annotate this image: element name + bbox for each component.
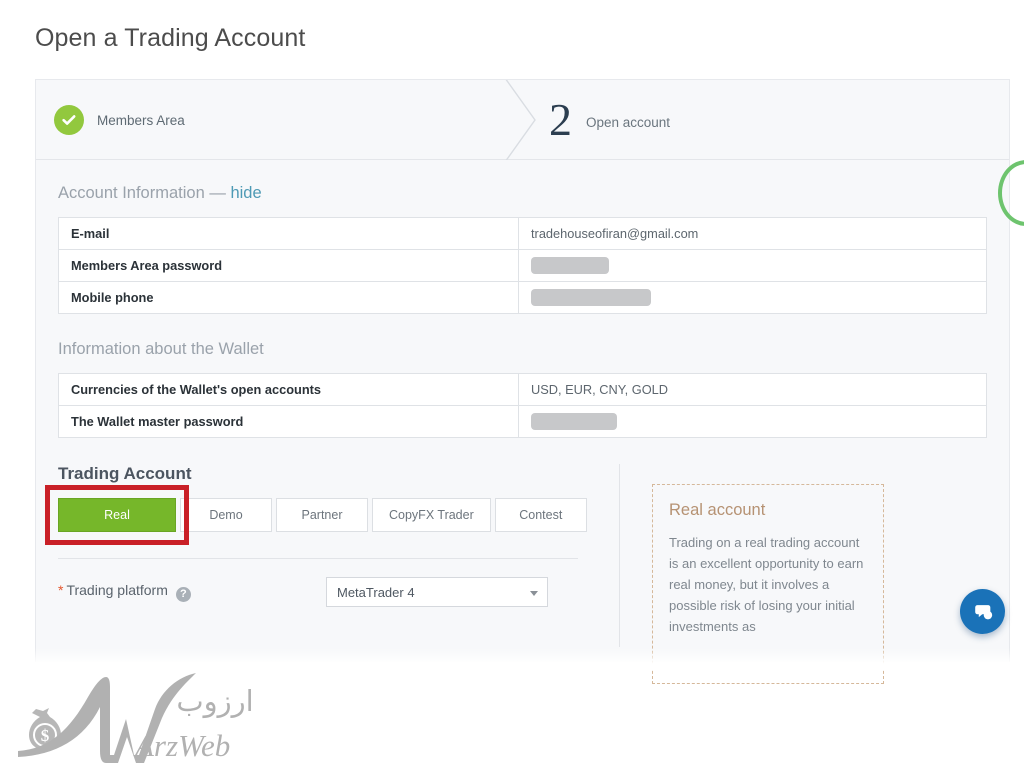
step-open-account: 2 Open account (549, 80, 670, 160)
chat-widget-button[interactable] (960, 589, 1005, 634)
trading-account-section: Trading Account Real Demo Partner CopyFX… (45, 464, 987, 684)
screenshot-root: Open a Trading Account Members Area 2 Op… (0, 0, 1024, 772)
row-value-redacted (518, 249, 987, 282)
required-marker: * (58, 582, 64, 598)
real-account-info-panel: Real account Trading on a real trading a… (652, 484, 884, 684)
wallet-information-table: Currencies of the Wallet's open accounts… (58, 373, 987, 438)
trading-platform-selected-value: MetaTrader 4 (337, 584, 415, 600)
account-information-hide-link[interactable]: hide (230, 184, 261, 202)
wallet-information-heading: Information about the Wallet (58, 340, 264, 358)
chevron-down-icon (530, 591, 538, 596)
row-label: The Wallet master password (58, 405, 519, 438)
redaction-block (531, 413, 617, 431)
page-title: Open a Trading Account (35, 24, 306, 52)
steps-bar: Members Area 2 Open account (36, 77, 1009, 163)
chart-swoosh-icon (18, 673, 196, 763)
watermark-logo: $ ارزوب ArzWeb (18, 673, 254, 763)
heading-dash: — (209, 184, 226, 202)
check-circle-icon (54, 105, 84, 135)
redaction-block (531, 257, 609, 275)
row-label: Currencies of the Wallet's open accounts (58, 373, 519, 406)
trading-platform-label-text: Trading platform (66, 582, 168, 598)
form-divider (58, 558, 578, 559)
redaction-block (531, 289, 651, 307)
step-members-area[interactable]: Members Area (54, 80, 185, 160)
column-divider (619, 464, 620, 647)
watermark-persian-text: ارزوب (176, 684, 253, 718)
step-members-area-label: Members Area (97, 112, 185, 128)
tab-demo[interactable]: Demo (180, 498, 272, 532)
question-mark-icon[interactable]: ? (175, 587, 191, 602)
tab-contest[interactable]: Contest (494, 498, 587, 532)
account-information-heading-text: Account Information (58, 184, 205, 202)
tab-copyfx-trader[interactable]: CopyFX Trader (372, 498, 491, 532)
open-account-card: Members Area 2 Open account Account Info… (35, 77, 1010, 684)
account-information-table: E-mail tradehouseofiran@gmail.com Member… (58, 217, 987, 314)
row-label: Mobile phone (58, 281, 519, 314)
info-panel-text: Trading on a real trading account is an … (669, 535, 864, 634)
row-value-redacted (518, 281, 987, 314)
trading-account-heading: Trading Account (58, 464, 192, 483)
table-row: Currencies of the Wallet's open accounts… (58, 373, 987, 406)
trading-platform-select[interactable]: MetaTrader 4 (326, 577, 548, 607)
table-row: Members Area password (58, 249, 987, 282)
tab-real-slot: Real (45, 485, 189, 545)
row-label: Members Area password (58, 249, 519, 282)
money-bag-icon: $ (29, 708, 61, 750)
table-row: E-mail tradehouseofiran@gmail.com (58, 217, 987, 250)
trading-platform-label: * Trading platform? (58, 582, 326, 602)
row-value-redacted (518, 405, 987, 438)
svg-text:$: $ (41, 726, 50, 745)
watermark-latin-text: ArzWeb (133, 728, 230, 763)
step-open-account-label: Open account (586, 114, 671, 130)
tab-partner[interactable]: Partner (276, 498, 368, 532)
row-value: USD, EUR, CNY, GOLD (518, 373, 987, 406)
tab-real[interactable]: Real (58, 498, 176, 532)
account-information-heading: Account Information — hide (58, 184, 987, 203)
step-separator-chevron-icon (491, 77, 551, 163)
card-body: Account Information — hide E-mail tradeh… (36, 160, 1009, 684)
table-row: The Wallet master password (58, 405, 987, 438)
row-value: tradehouseofiran@gmail.com (518, 217, 987, 250)
chat-bubble-icon (974, 604, 992, 619)
row-label: E-mail (58, 217, 519, 250)
info-panel-title: Real account (669, 501, 766, 519)
step-open-account-number: 2 (549, 94, 572, 145)
table-row: Mobile phone (58, 281, 987, 314)
